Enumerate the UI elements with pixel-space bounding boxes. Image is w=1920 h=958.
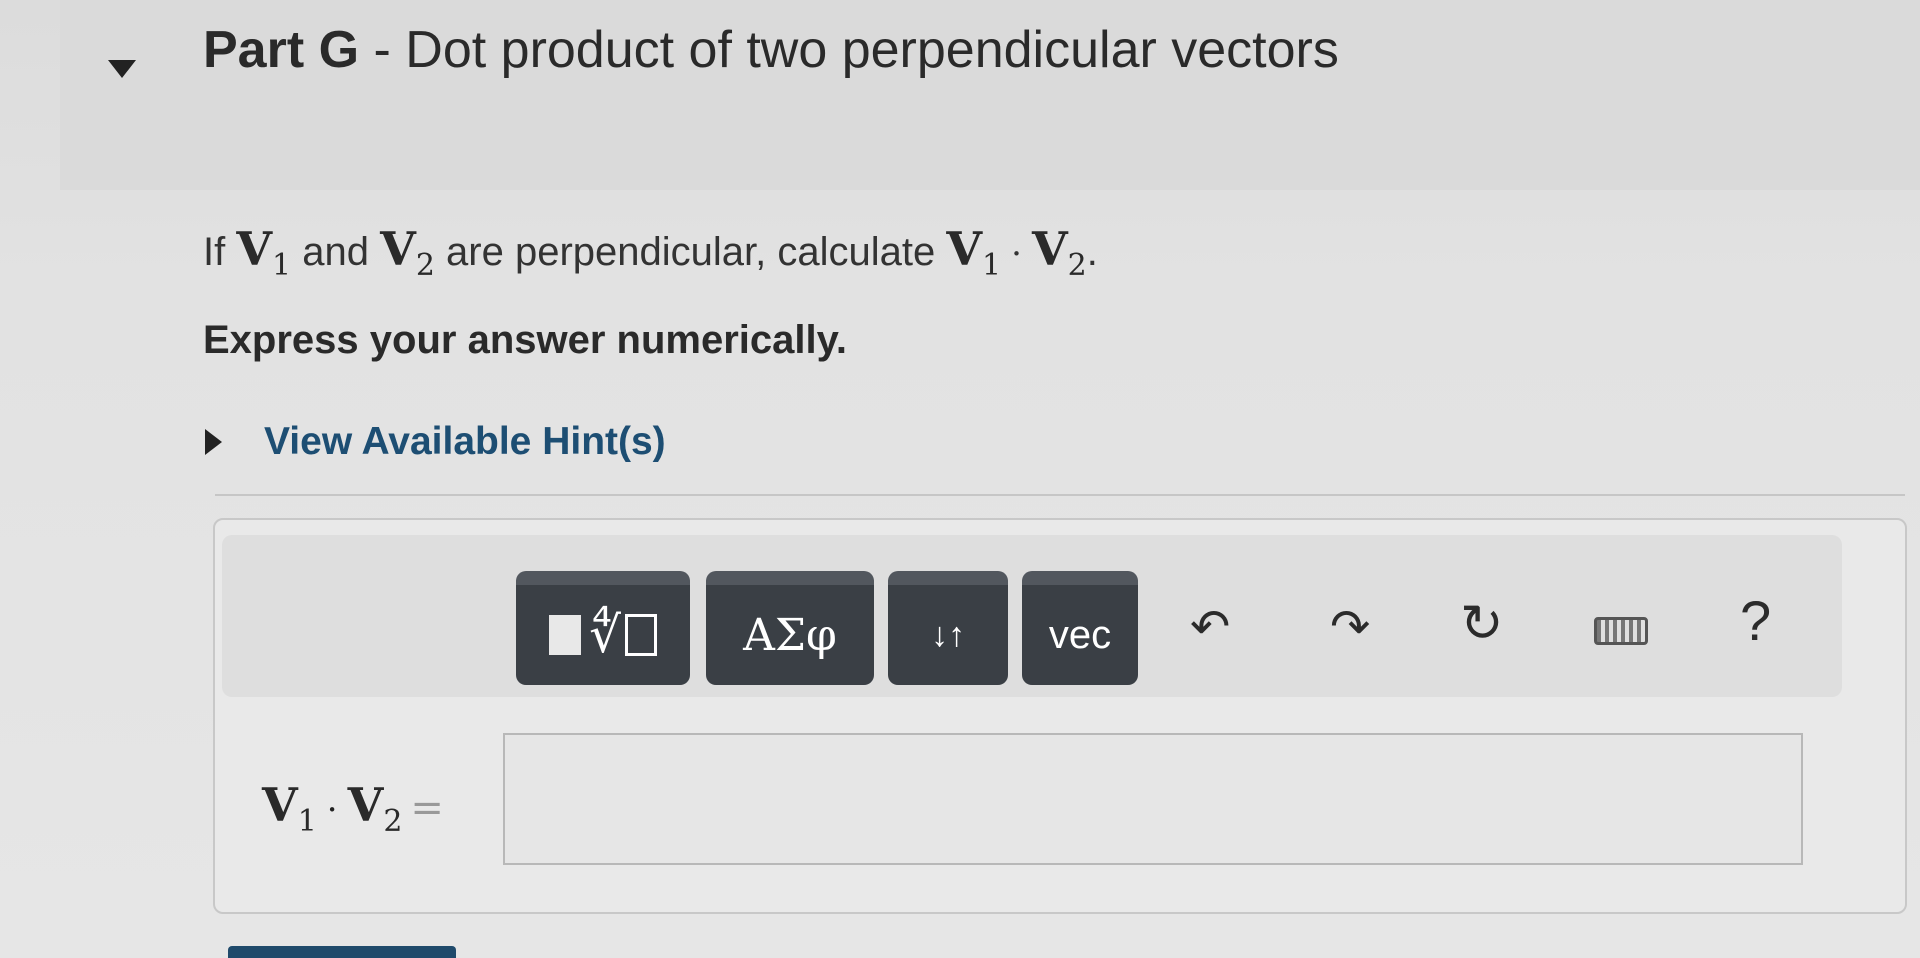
collapse-triangle-icon[interactable] bbox=[108, 60, 136, 78]
answer-vector-v2-subscript: 2 bbox=[383, 804, 403, 839]
part-label: Part G bbox=[203, 21, 360, 79]
answer-vector-v1-subscript: 1 bbox=[297, 804, 317, 839]
vector-v2-subscript: 2 bbox=[415, 248, 435, 283]
subscript-superscript-button[interactable]: ↓↑ bbox=[888, 571, 1008, 685]
radical-icon: ∜ bbox=[589, 606, 621, 664]
redo-icon[interactable]: ↷ bbox=[1330, 603, 1370, 651]
calc-vector-v1-subscript: 1 bbox=[982, 248, 1002, 283]
vector-button[interactable]: vec bbox=[1022, 571, 1138, 685]
section-divider bbox=[215, 494, 1905, 496]
reset-icon[interactable]: ↻ bbox=[1460, 598, 1504, 650]
answer-dot-operator: · bbox=[326, 790, 338, 830]
help-button[interactable]: ? bbox=[1740, 588, 1771, 653]
equals-sign: = bbox=[410, 785, 444, 831]
page: Part G - Dot product of two perpendicula… bbox=[0, 0, 1920, 958]
vector-v2: V bbox=[380, 222, 416, 276]
templates-button[interactable]: ∜ bbox=[516, 571, 690, 685]
undo-icon[interactable]: ↶ bbox=[1190, 603, 1230, 651]
vector-v1: V bbox=[236, 222, 273, 276]
keyboard-icon[interactable] bbox=[1594, 617, 1648, 645]
answer-vector-v2: V bbox=[347, 778, 384, 832]
calc-vector-v2-subscript: 2 bbox=[1067, 248, 1087, 283]
template-placeholder-icon bbox=[624, 614, 657, 656]
question-suffix: are perpendicular, calculate bbox=[434, 230, 947, 274]
dot-operator: · bbox=[1011, 234, 1022, 274]
greek-symbols-button[interactable]: ΑΣφ bbox=[706, 571, 874, 685]
template-block-icon bbox=[549, 615, 582, 655]
answer-input[interactable] bbox=[503, 733, 1803, 865]
submit-button[interactable] bbox=[228, 946, 456, 958]
view-hints-link[interactable]: View Available Hint(s) bbox=[205, 420, 666, 464]
part-title-text: Dot product of two perpendicular vectors bbox=[405, 21, 1339, 79]
vector-v1-subscript: 1 bbox=[272, 248, 292, 283]
expand-arrow-icon bbox=[205, 429, 222, 455]
answer-label: V1 · V2 = bbox=[262, 778, 444, 839]
view-hints-label[interactable]: View Available Hint(s) bbox=[264, 420, 666, 464]
answer-instruction: Express your answer numerically. bbox=[203, 318, 848, 362]
question-prefix: If bbox=[203, 230, 237, 274]
calc-vector-v1: V bbox=[946, 222, 983, 276]
part-separator: - bbox=[359, 21, 406, 79]
part-title: Part G - Dot product of two perpendicula… bbox=[203, 20, 1339, 80]
question-end: . bbox=[1086, 230, 1098, 274]
calc-vector-v2: V bbox=[1031, 222, 1068, 276]
question-middle: and bbox=[291, 230, 381, 274]
question-text: If V1 and V2 are perpendicular, calculat… bbox=[203, 222, 1098, 283]
answer-vector-v1: V bbox=[262, 778, 298, 832]
